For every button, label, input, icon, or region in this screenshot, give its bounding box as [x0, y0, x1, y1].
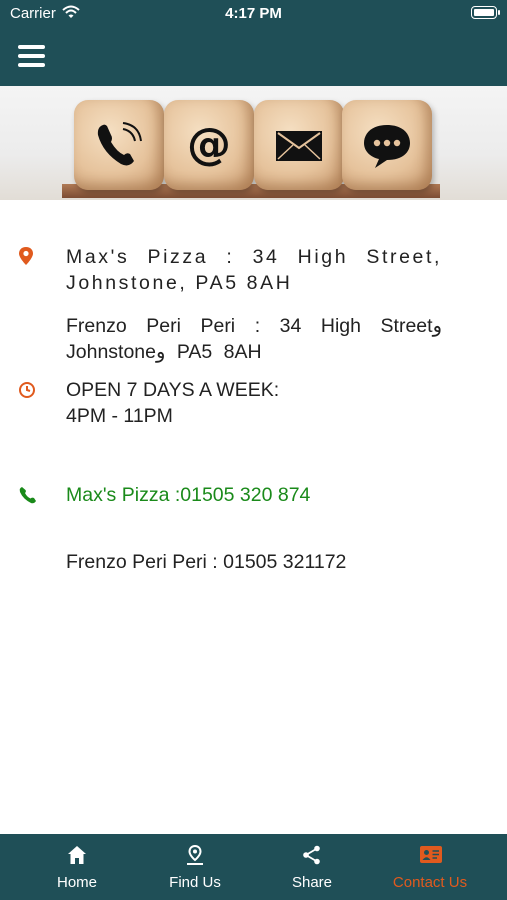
bottom-tab-bar: Home Find Us Share Contact Us [0, 834, 507, 900]
hamburger-menu-icon[interactable] [18, 44, 46, 68]
tab-home[interactable]: Home [18, 834, 136, 900]
status-bar: Carrier 4:17 PM [0, 0, 507, 30]
at-sign-icon: @ [164, 100, 254, 190]
tab-contact-us[interactable]: Contact Us [371, 834, 489, 900]
tab-contact-us-label: Contact Us [392, 874, 468, 891]
envelope-icon [254, 100, 344, 190]
tab-find-us[interactable]: Find Us [136, 834, 254, 900]
clock-icon [18, 381, 36, 404]
tab-home-label: Home [56, 874, 97, 891]
hours-time: 4PM - 11PM [66, 405, 173, 427]
chat-bubble-icon [342, 100, 432, 190]
svg-text:@: @ [187, 119, 231, 170]
tab-share[interactable]: Share [253, 834, 371, 900]
address-maxs-pizza: Max's Pizza : 34 High Street, Johnstone,… [66, 246, 442, 294]
phone-frenzo-text[interactable]: Frenzo Peri Peri : 01505 321172 [66, 549, 442, 575]
location-pin-icon [18, 246, 34, 271]
phone-maxs-pizza[interactable]: Max's Pizza :01505 320 874 [66, 482, 442, 508]
address-frenzo-text: Frenzo Peri Peri : 34 High Streetو Johns… [66, 315, 442, 363]
tab-find-us-label: Find Us [169, 874, 221, 891]
top-bar: Carrier 4:17 PM [0, 0, 507, 86]
phone-icon [74, 100, 164, 190]
hours-heading: OPEN 7 DAYS A WEEK: [66, 379, 280, 401]
tab-share-label: Share [291, 874, 333, 891]
status-time: 4:17 PM [225, 5, 282, 22]
battery-icon [471, 6, 500, 19]
phone-icon [18, 485, 38, 510]
